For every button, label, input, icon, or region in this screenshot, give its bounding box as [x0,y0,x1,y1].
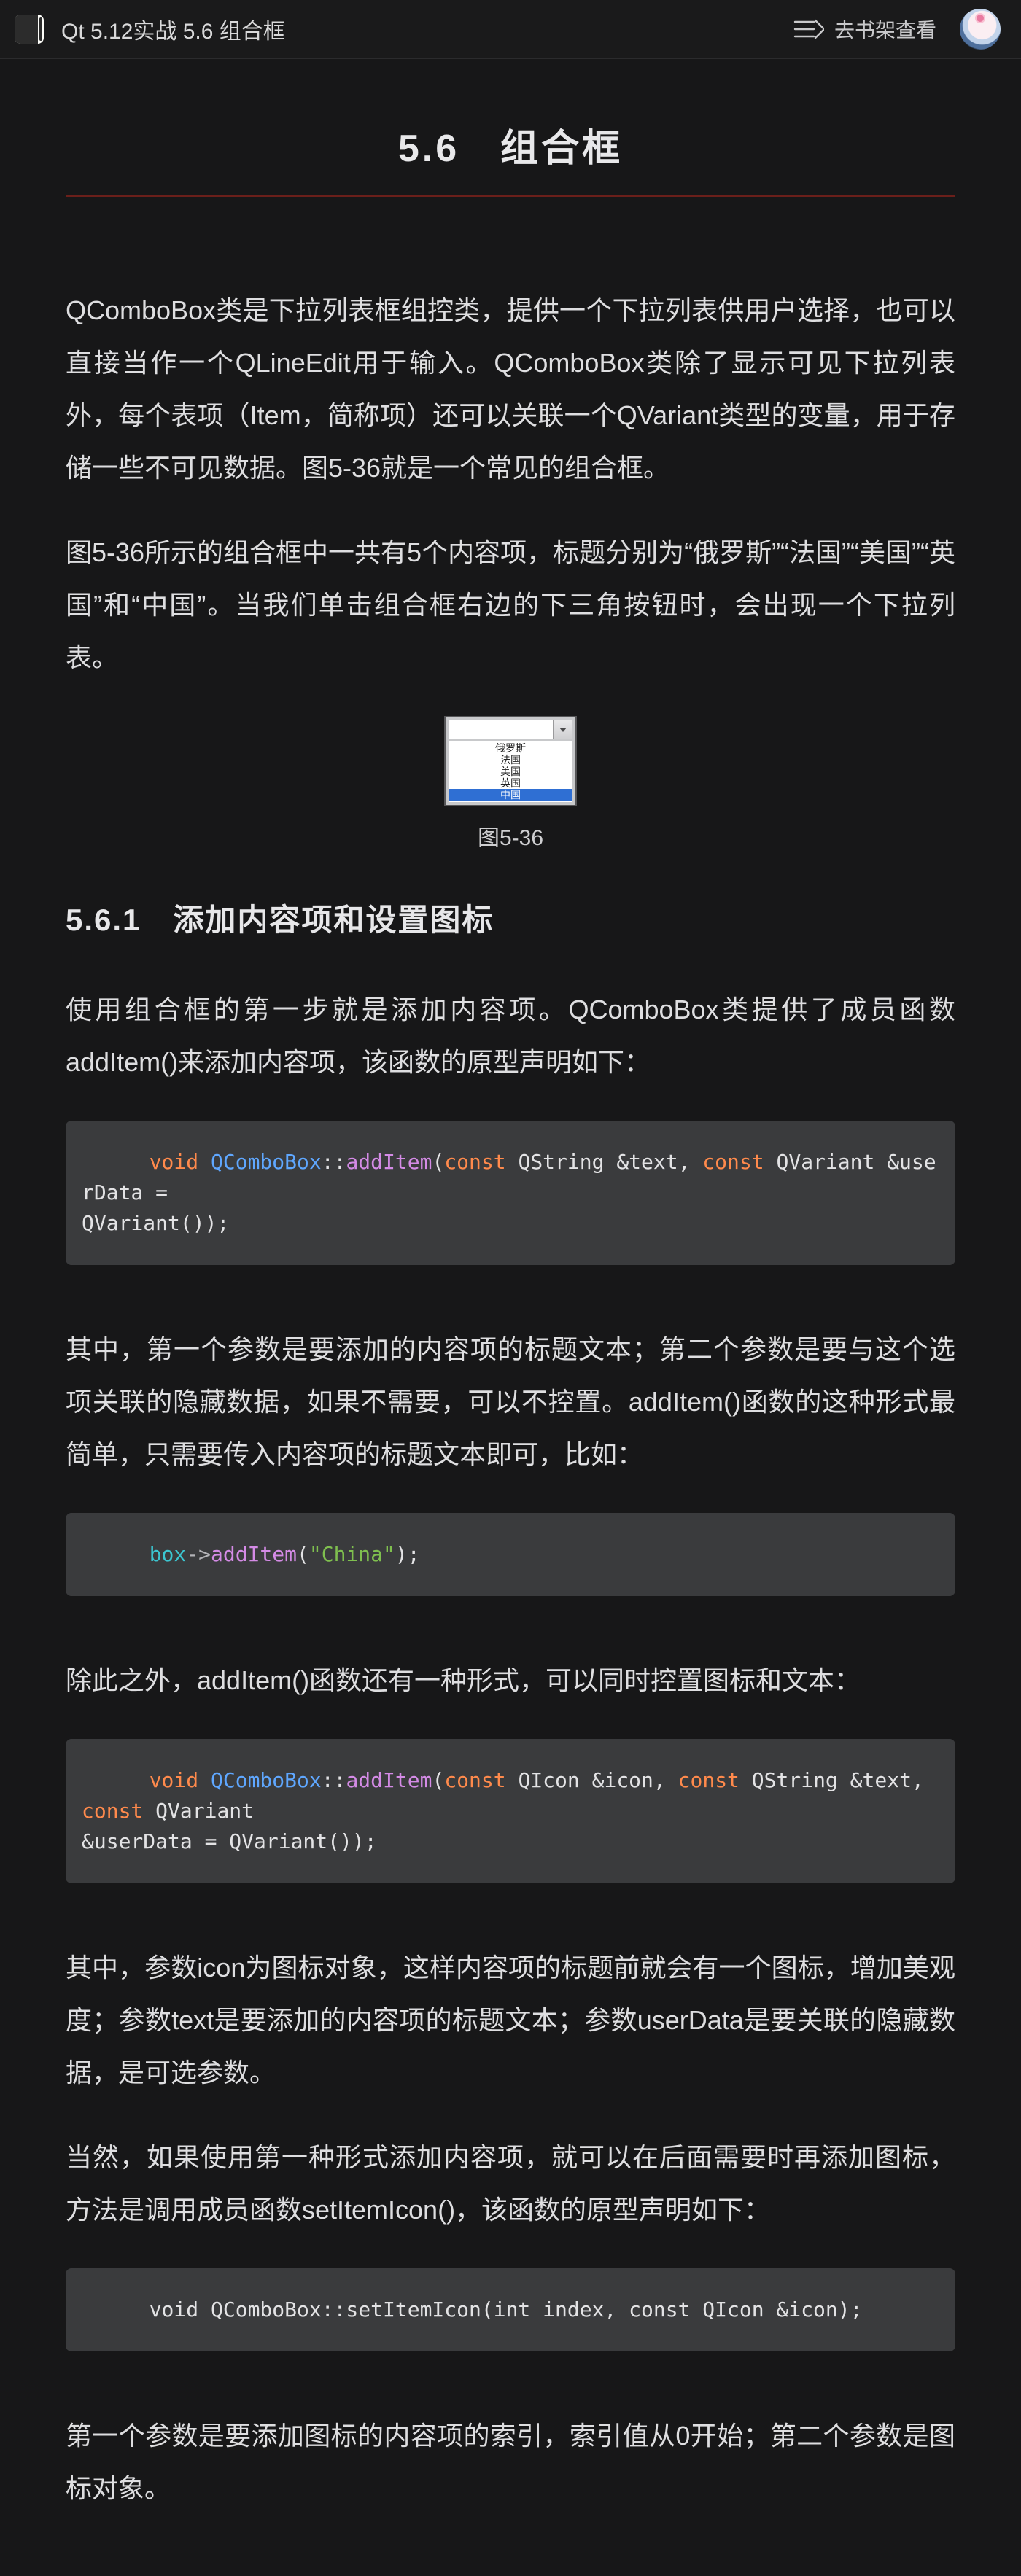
paragraph: 其中，第一个参数是要添加的内容项的标题文本；第二个参数是要与这个选项关联的隐藏数… [66,1323,955,1481]
book-icon[interactable] [15,15,44,44]
paragraph: QComboBox类是下拉列表框组控类，提供一个下拉列表供用户选择，也可以直接当… [66,284,955,494]
code-block: box->addItem("China"); [66,1513,955,1596]
bookshelf-label: 去书架查看 [834,15,936,44]
page: Qt 5.12实战 5.6 组合框 去书架查看 5.6 组合框 QCo [0,0,1021,2576]
paragraph: 图5-36所示的组合框中一共有5个内容项，标题分别为“俄罗斯”“法国”“美国”“… [66,526,955,684]
combo-item: 英国 [449,777,572,789]
paragraph: 当然，如果使用第一种形式添加内容项，就可以在后面需要时再添加图标，方法是调用成员… [66,2131,955,2236]
code-block: void QComboBox::addItem(const QIcon &ico… [66,1739,955,1883]
bookshelf-link[interactable]: 去书架查看 [792,15,936,44]
header: Qt 5.12实战 5.6 组合框 去书架查看 [0,0,1021,59]
page-title: 5.6 组合框 [66,117,955,172]
figure: 俄罗斯 法国 美国 英国 中国 图5-36 [66,716,955,852]
paragraph: 其中，参数icon为图标对象，这样内容项的标题前就会有一个图标，增加美观度；参数… [66,1942,955,2099]
combo-field [449,720,572,739]
content: 5.6 组合框 QComboBox类是下拉列表框组控类，提供一个下拉列表供用户选… [0,59,1021,2576]
combo-item: 俄罗斯 [449,742,572,754]
header-right: 去书架查看 [792,9,1001,50]
paragraph: 第一个参数是要添加图标的内容项的索引，索引值从0开始；第二个参数是图标对象。 [66,2410,955,2515]
combo-list: 俄罗斯 法国 美国 英国 中国 [449,741,572,802]
figure-caption: 图5-36 [66,820,955,852]
paragraphs: 除此之外，addItem()函数还有一种形式，可以同时控置图标和文本： [66,1654,955,1707]
code-block: void QComboBox::setItemIcon(int index, c… [66,2268,955,2351]
subheading: 5.6.1 添加内容项和设置图标 [66,895,955,940]
code-block: void QComboBox::addItem(const QString &t… [66,1121,955,1265]
combo-item: 法国 [449,754,572,766]
header-left: Qt 5.12实战 5.6 组合框 [15,13,285,45]
avatar[interactable] [960,9,1001,50]
header-title: Qt 5.12实战 5.6 组合框 [61,13,285,45]
chevron-down-icon [553,720,572,739]
bookshelf-icon [792,16,824,42]
combobox-figure: 俄罗斯 法国 美国 英国 中国 [444,716,577,806]
title-wrap: 5.6 组合框 [66,117,955,197]
combo-item: 美国 [449,766,572,777]
paragraph: 使用组合框的第一步就是添加内容项。QComboBox类提供了成员函数addIte… [66,984,955,1089]
combo-item-selected: 中国 [449,789,572,801]
